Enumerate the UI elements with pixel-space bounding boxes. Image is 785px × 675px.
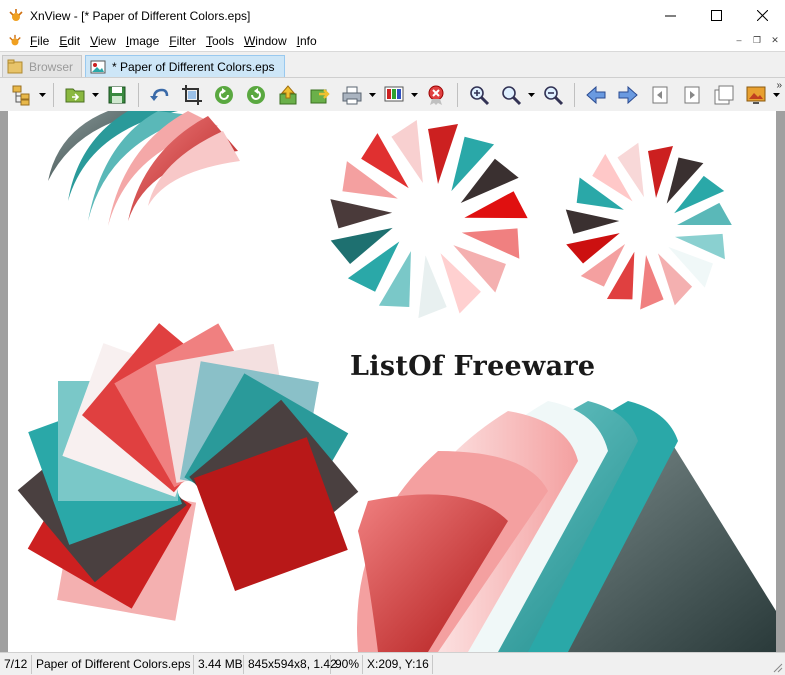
tab-image-label: * Paper of Different Colors.eps — [112, 59, 275, 74]
browser-tree-icon — [12, 85, 30, 105]
close-button[interactable] — [739, 0, 785, 31]
menu-image[interactable]: Image — [126, 34, 166, 48]
crop-icon — [182, 84, 202, 105]
previous-button[interactable] — [584, 83, 608, 107]
next-page-icon — [684, 86, 700, 103]
zoom-out-button[interactable] — [541, 83, 565, 107]
delete-icon — [428, 85, 444, 105]
tab-bar: Browser * Paper of Different Colors.eps — [0, 51, 785, 77]
toolbar-separator — [574, 82, 575, 107]
last-page-button[interactable] — [712, 83, 736, 107]
curl-stack-top-left — [48, 111, 240, 226]
print-icon — [342, 86, 362, 104]
status-dimensions: 845x594x8, 1.42 — [244, 654, 337, 674]
toolbar-separator — [53, 82, 54, 107]
browser-tree-button[interactable] — [10, 83, 34, 107]
rotate-left-icon — [215, 85, 233, 104]
mdi-minimize-icon[interactable]: – — [731, 33, 747, 47]
browser-dropdown-icon[interactable] — [38, 83, 46, 107]
color-adjust-icon — [384, 86, 404, 101]
menu-file[interactable]: File — [30, 34, 56, 48]
minimize-button[interactable] — [647, 0, 693, 31]
rotate-right-button[interactable] — [244, 83, 268, 107]
maximize-button[interactable] — [693, 0, 739, 31]
menu-info[interactable]: Info — [297, 34, 324, 48]
status-filesize: 3.44 MB — [194, 654, 244, 674]
undo-button[interactable] — [148, 83, 172, 107]
crop-button[interactable] — [180, 83, 204, 107]
export-icon — [310, 88, 330, 103]
upload-button[interactable] — [276, 83, 300, 107]
first-page-icon — [652, 86, 668, 103]
next-page-button[interactable] — [680, 83, 704, 107]
zoom-one-button[interactable] — [499, 83, 523, 107]
status-zoom: 90% — [331, 654, 363, 674]
last-page-icon — [714, 85, 734, 104]
maximize-icon — [710, 10, 722, 21]
window-title: XnView - [* Paper of Different Colors.ep… — [30, 8, 251, 23]
status-bar: 7/12 Paper of Different Colors.eps 3.44 … — [0, 652, 785, 675]
tab-browser[interactable]: Browser — [2, 55, 82, 77]
toolbar-separator — [138, 82, 139, 107]
xnview-menu-icon — [9, 34, 21, 46]
open-folder-button[interactable] — [63, 83, 87, 107]
square-fan-left — [17, 323, 359, 621]
color-dropdown-icon[interactable] — [410, 83, 418, 107]
zoom-in-button[interactable] — [467, 83, 491, 107]
image-canvas[interactable]: ListOf Freeware — [8, 111, 776, 652]
image-viewer[interactable]: ListOf Freeware — [0, 111, 785, 652]
next-button[interactable] — [616, 83, 640, 107]
tab-browser-label: Browser — [28, 59, 73, 74]
slideshow-button[interactable] — [744, 83, 768, 107]
resize-grip-icon[interactable] — [771, 661, 783, 673]
slideshow-icon — [746, 86, 766, 104]
print-button[interactable] — [340, 83, 364, 107]
menu-view[interactable]: View — [90, 34, 123, 48]
toolbar-separator — [457, 82, 458, 107]
pinwheel-top-center — [330, 120, 528, 319]
toolbar: » — [0, 77, 785, 111]
status-filename: Paper of Different Colors.eps — [32, 654, 194, 674]
status-cursor: X:209, Y:16 — [363, 654, 433, 674]
zoom-out-icon — [544, 85, 564, 105]
save-button[interactable] — [105, 83, 129, 107]
minimize-icon — [664, 15, 676, 17]
title-bar: XnView - [* Paper of Different Colors.ep… — [0, 0, 785, 31]
menu-window[interactable]: Window — [244, 34, 294, 48]
menu-tools[interactable]: Tools — [206, 34, 241, 48]
browser-tab-icon — [7, 59, 23, 73]
rotate-right-icon — [247, 85, 265, 104]
watermark-text: ListOf Freeware — [350, 351, 596, 382]
image-tab-icon — [90, 60, 106, 73]
export-button[interactable] — [308, 83, 332, 107]
print-dropdown-icon[interactable] — [368, 83, 376, 107]
open-folder-icon — [65, 88, 85, 102]
menu-edit[interactable]: Edit — [59, 34, 87, 48]
zoom-in-icon — [470, 85, 490, 105]
previous-icon — [586, 85, 606, 104]
mdi-close-icon[interactable]: ✕ — [767, 33, 783, 47]
first-page-button[interactable] — [648, 83, 672, 107]
mdi-controls: – ❐ ✕ — [731, 33, 783, 47]
zoom-dropdown-icon[interactable] — [527, 83, 535, 107]
next-icon — [618, 85, 638, 104]
open-dropdown-icon[interactable] — [91, 83, 99, 107]
save-icon — [108, 86, 126, 103]
curl-stack-bottom-right — [357, 401, 776, 652]
xnview-app-icon — [9, 8, 23, 21]
undo-icon — [150, 88, 169, 101]
rotate-left-button[interactable] — [212, 83, 236, 107]
pinwheel-top-right — [565, 142, 732, 310]
color-adjust-button[interactable] — [382, 83, 406, 107]
zoom-one-icon — [502, 85, 522, 105]
mdi-restore-icon[interactable]: ❐ — [749, 33, 765, 47]
status-index: 7/12 — [0, 654, 32, 674]
tab-image[interactable]: * Paper of Different Colors.eps — [85, 55, 285, 77]
toolbar-overflow-icon[interactable]: » — [776, 80, 782, 91]
menu-bar: File Edit View Image Filter Tools Window… — [0, 31, 785, 51]
menu-filter[interactable]: Filter — [169, 34, 203, 48]
close-icon — [756, 10, 768, 21]
delete-button[interactable] — [424, 83, 448, 107]
upload-icon — [279, 84, 297, 104]
